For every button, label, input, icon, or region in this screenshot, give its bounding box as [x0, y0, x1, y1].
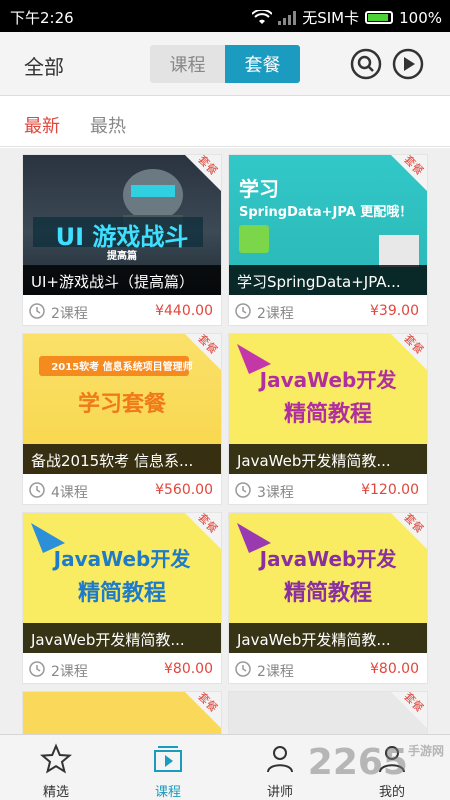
course-icon — [154, 746, 182, 772]
wifi-icon — [252, 9, 273, 24]
card-title: JavaWeb开发精简教... — [23, 623, 221, 653]
card-thumbnail: UI 游戏战斗 提高篇 UI+游戏战斗（提高篇） 套餐 — [23, 155, 221, 295]
nav-label: 我的 — [378, 785, 405, 800]
card-thumbnail: 套餐 — [23, 692, 221, 734]
play-icon[interactable] — [392, 48, 424, 80]
package-card[interactable]: 学习 SpringData+JPA 更配哦！ 学习SpringData+JPA.… — [228, 154, 428, 326]
price: ¥80.00 — [370, 661, 419, 677]
price: ¥560.00 — [155, 482, 213, 498]
card-meta: 2课程 ¥39.00 — [229, 296, 427, 326]
clock-icon — [235, 661, 251, 677]
price: ¥80.00 — [164, 661, 213, 677]
price: ¥440.00 — [155, 303, 213, 319]
star-icon — [40, 743, 72, 774]
thumb-title: 学习套餐 — [77, 392, 166, 417]
package-card[interactable]: JavaWeb开发 精简教程 JavaWeb开发精简教... 套餐 2课程 ¥8… — [228, 512, 428, 684]
filter-hottest[interactable]: 最热 — [90, 112, 126, 138]
course-count: 3课程 — [257, 485, 294, 501]
card-meta: 4课程 ¥560.00 — [23, 475, 221, 505]
card-meta: 2课程 ¥440.00 — [23, 296, 221, 326]
card-thumbnail: 2015软考 信息系统项目管理师 学习套餐 备战2015软考 信息系... 套餐 — [23, 334, 221, 474]
page-title[interactable]: 全部 — [24, 51, 64, 80]
card-title: 学习SpringData+JPA... — [229, 265, 427, 295]
card-thumbnail: 学习 SpringData+JPA 更配哦！ 学习SpringData+JPA.… — [229, 155, 427, 295]
card-thumbnail: JavaWeb开发 精简教程 JavaWeb开发精简教... 套餐 — [229, 334, 427, 474]
battery-percent: 100% — [399, 8, 442, 27]
card-title: JavaWeb开发精简教... — [229, 623, 427, 653]
card-meta: 3课程 ¥120.00 — [229, 475, 427, 505]
thumb-subtitle: 精简教程 — [283, 581, 372, 606]
search-icon[interactable] — [350, 48, 382, 80]
clock-icon — [29, 482, 45, 498]
package-card[interactable]: JavaWeb开发 精简教程 JavaWeb开发精简教... 套餐 2课程 ¥8… — [22, 512, 222, 684]
package-card[interactable]: 2015软考 信息系统项目管理师 学习套餐 备战2015软考 信息系... 套餐… — [22, 333, 222, 505]
price: ¥120.00 — [361, 482, 419, 498]
carrier-text: 无SIM卡 — [302, 9, 360, 27]
course-count: 2课程 — [257, 306, 294, 322]
nav-label: 课程 — [154, 785, 181, 800]
status-indicators: 无SIM卡 100% — [252, 7, 442, 28]
watermark-logo: 2265手游网 — [307, 742, 444, 783]
clock-icon — [235, 482, 251, 498]
package-card-partial[interactable]: 套餐 — [228, 691, 428, 734]
package-card[interactable]: JavaWeb开发 精简教程 JavaWeb开发精简教... 套餐 3课程 ¥1… — [228, 333, 428, 505]
status-time: 下午2:26 — [10, 9, 74, 27]
app-header: 全部 课程 套餐 — [0, 32, 450, 96]
package-grid: UI 游戏战斗 提高篇 UI+游戏战斗（提高篇） 套餐 2课程 ¥440.00 … — [0, 148, 450, 734]
card-title: JavaWeb开发精简教... — [229, 444, 427, 474]
card-title: 备战2015软考 信息系... — [23, 444, 221, 474]
card-thumbnail: 套餐 — [229, 692, 427, 734]
course-count: 2课程 — [51, 306, 88, 322]
package-card-partial[interactable]: 套餐 — [22, 691, 222, 734]
status-bar: 下午2:26 无SIM卡 100% — [0, 0, 450, 32]
tab-courses[interactable]: 课程 — [150, 45, 225, 83]
nav-label: 讲师 — [266, 785, 293, 800]
course-count: 2课程 — [51, 664, 88, 680]
card-title: UI+游戏战斗（提高篇） — [23, 265, 221, 295]
sort-filter-bar: 最新 最热 — [0, 97, 450, 147]
teacher-icon — [267, 746, 293, 773]
nav-item-courses[interactable]: 课程 — [112, 735, 224, 800]
nav-item-featured[interactable]: 精选 — [0, 735, 112, 800]
thumb-subtitle: 提高篇 — [107, 251, 137, 262]
clock-icon — [29, 661, 45, 677]
battery-icon — [365, 11, 394, 24]
thumb-subtitle: 精简教程 — [77, 581, 166, 606]
course-count: 2课程 — [257, 664, 294, 680]
signal-icon — [278, 10, 297, 25]
tab-packages[interactable]: 套餐 — [225, 45, 300, 83]
thumb-subtitle: SpringData+JPA 更配哦！ — [239, 205, 413, 220]
clock-icon — [235, 303, 251, 319]
price: ¥39.00 — [370, 303, 419, 319]
nav-label: 精选 — [42, 785, 69, 800]
package-card[interactable]: UI 游戏战斗 提高篇 UI+游戏战斗（提高篇） 套餐 2课程 ¥440.00 — [22, 154, 222, 326]
card-thumbnail: JavaWeb开发 精简教程 JavaWeb开发精简教... 套餐 — [229, 513, 427, 653]
thumb-subtitle: 精简教程 — [283, 402, 372, 427]
card-meta: 2课程 ¥80.00 — [23, 654, 221, 684]
course-count: 4课程 — [51, 485, 88, 501]
card-thumbnail: JavaWeb开发 精简教程 JavaWeb开发精简教... 套餐 — [23, 513, 221, 653]
segment-control: 课程 套餐 — [150, 45, 300, 83]
clock-icon — [29, 303, 45, 319]
card-meta: 2课程 ¥80.00 — [229, 654, 427, 684]
filter-latest[interactable]: 最新 — [24, 112, 60, 138]
